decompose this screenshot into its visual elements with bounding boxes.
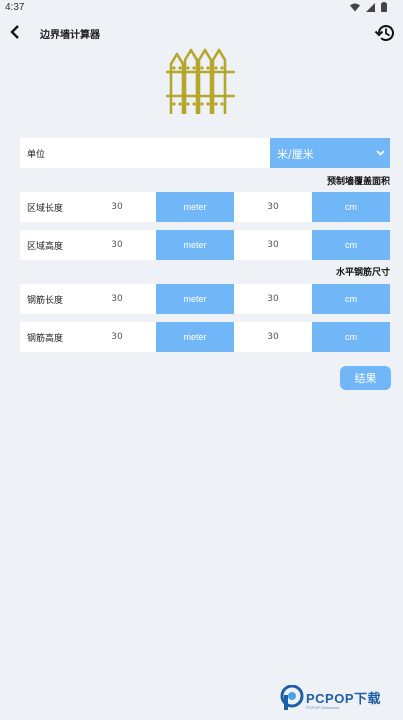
area-length-meter-input[interactable] (79, 192, 155, 222)
signal-icon (366, 2, 375, 15)
area-length-cm-unit[interactable]: cm (312, 192, 390, 222)
rebar-length-meter-unit[interactable]: meter (156, 284, 234, 314)
section-title-rebar: 水平钢筋尺寸 (335, 268, 390, 278)
area-length-cm-input[interactable] (235, 192, 311, 222)
rebar-length-row: 钢筋长度 meter cm (20, 284, 390, 314)
back-button[interactable] (6, 22, 24, 42)
back-arrow-icon (10, 25, 19, 39)
unit-label: 单位 (27, 150, 46, 160)
area-height-label: 区域高度 (27, 242, 64, 252)
rebar-length-cm-unit[interactable]: cm (312, 284, 390, 314)
rebar-length-meter-input[interactable] (79, 284, 155, 314)
battery-icon (381, 2, 387, 15)
area-length-row: 区域长度 meter cm (20, 192, 390, 222)
app-bar: 边界墙计算器 (0, 18, 403, 48)
area-height-meter-unit[interactable]: meter (156, 230, 234, 260)
pcpop-logo-icon (280, 685, 304, 710)
fence-icon (163, 48, 238, 118)
area-height-row: 区域高度 meter cm (20, 230, 390, 260)
status-bar: 4:37 (0, 0, 403, 16)
history-button[interactable] (374, 22, 396, 44)
rebar-height-meter-unit[interactable]: meter (156, 322, 234, 352)
rebar-height-label: 钢筋高度 (27, 334, 64, 344)
wifi-icon (350, 3, 360, 15)
chevron-down-icon (376, 147, 385, 160)
section-title-area: 预制墙覆盖面积 (326, 177, 390, 187)
area-length-label: 区域长度 (27, 204, 64, 214)
history-icon (374, 25, 394, 41)
unit-row: 单位 米/厘米 (20, 138, 390, 168)
rebar-height-meter-input[interactable] (79, 322, 155, 352)
status-icons (350, 2, 387, 15)
rebar-height-cm-unit[interactable]: cm (312, 322, 390, 352)
page-title: 边界墙计算器 (40, 30, 100, 41)
rebar-length-cm-input[interactable] (235, 284, 311, 314)
watermark-subtext: PCPOP Download (306, 705, 339, 710)
unit-dropdown[interactable]: 米/厘米 (270, 138, 390, 168)
rebar-height-cm-input[interactable] (235, 322, 311, 352)
result-button[interactable]: 结果 (340, 366, 391, 390)
unit-dropdown-value: 米/厘米 (277, 148, 314, 161)
area-length-meter-unit[interactable]: meter (156, 192, 234, 222)
rebar-height-row: 钢筋高度 meter cm (20, 322, 390, 352)
area-height-cm-input[interactable] (235, 230, 311, 260)
rebar-length-label: 钢筋长度 (27, 296, 64, 306)
status-time: 4:37 (5, 2, 25, 13)
watermark: PCPOP下载 PCPOP Download (280, 683, 400, 713)
area-height-cm-unit[interactable]: cm (312, 230, 390, 260)
area-height-meter-input[interactable] (79, 230, 155, 260)
